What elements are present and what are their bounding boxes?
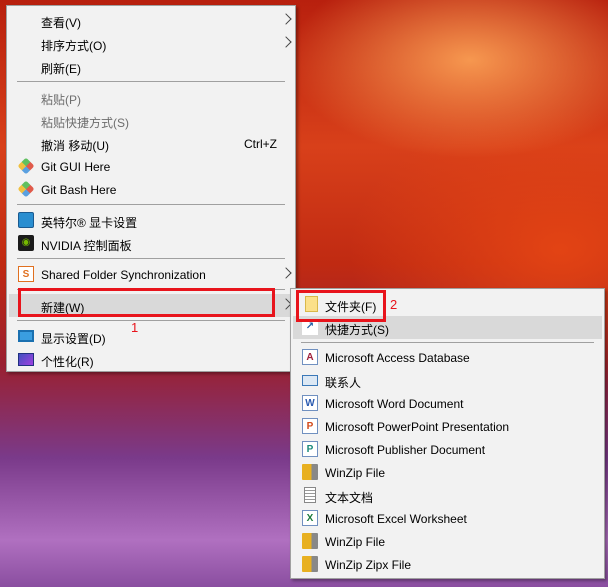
menu-item-label: 撤消 移动(U)	[41, 139, 109, 153]
menu-item-item-10[interactable]: 英特尔® 显卡设置	[9, 209, 293, 232]
display-settings-icon	[18, 330, 34, 342]
publisher-icon: P	[302, 441, 318, 457]
menu-item-item-9[interactable]: 文本文档	[293, 484, 602, 507]
winzip-icon	[302, 556, 318, 572]
menu-item-label: WinZip File	[325, 535, 386, 549]
menu-item-winzip-file[interactable]: WinZip File	[293, 530, 602, 553]
menu-item-label: NVIDIA 控制面板	[41, 239, 132, 253]
shortcut-label: Ctrl+Z	[244, 137, 277, 151]
menu-item-label: WinZip Zipx File	[325, 558, 412, 572]
menu-item-label: 查看(V)	[41, 16, 81, 30]
menu-item-label: Microsoft Excel Worksheet	[325, 512, 467, 526]
personalize-icon	[18, 353, 34, 366]
menu-item-r[interactable]: 个性化(R)	[9, 348, 293, 371]
shared-folder-sync-icon: S	[18, 266, 34, 282]
nvidia-icon: ◉	[18, 235, 34, 251]
menu-item-label: Shared Folder Synchronization	[41, 268, 206, 282]
git-gui-icon	[17, 157, 35, 175]
menu-item-o[interactable]: 排序方式(O)	[9, 32, 293, 55]
menu-item-git-bash-here[interactable]: Git Bash Here	[9, 178, 293, 201]
menu-item-nvidia[interactable]: ◉ NVIDIA 控制面板	[9, 232, 293, 255]
menu-item-git-gui-here[interactable]: Git GUI Here	[9, 155, 293, 178]
chevron-right-icon	[280, 36, 292, 48]
menu-item-microsoft-word-document[interactable]: W Microsoft Word Document	[293, 392, 602, 415]
menu-item-v[interactable]: 查看(V)	[9, 9, 293, 32]
text-document-icon	[304, 487, 316, 503]
menu-item-label: Git Bash Here	[41, 183, 117, 197]
menu-item-label: 联系人	[325, 376, 362, 390]
access-icon: A	[302, 349, 318, 365]
highlight-box-new	[18, 288, 275, 317]
menu-item-label: WinZip File	[325, 466, 386, 480]
menu-item-label: Microsoft PowerPoint Presentation	[325, 420, 510, 434]
menu-separator	[17, 81, 285, 82]
intel-graphics-icon	[18, 212, 34, 228]
new-submenu: 文件夹(F) ↗ 快捷方式(S) A Microsoft Access Database…	[290, 288, 605, 579]
menu-item-label: Git GUI Here	[41, 160, 111, 174]
menu-item-label: 显示设置(D)	[41, 332, 106, 346]
menu-separator	[301, 342, 594, 343]
menu-item-d[interactable]: 显示设置(D)	[9, 325, 293, 348]
menu-item-e[interactable]: 刷新(E)	[9, 55, 293, 78]
menu-item-microsoft-access-database[interactable]: A Microsoft Access Database	[293, 346, 602, 369]
menu-item-label: 粘贴(P)	[41, 93, 81, 107]
menu-item-label: Microsoft Access Database	[325, 351, 470, 365]
step-label-1: 1	[131, 320, 139, 335]
menu-item-u[interactable]: 撤消 移动(U) Ctrl+Z	[9, 132, 293, 155]
step-label-2: 2	[390, 297, 398, 312]
menu-item-label: Microsoft Word Document	[325, 397, 464, 411]
menu-item-label: 英特尔® 显卡设置	[41, 216, 138, 230]
menu-item-microsoft-excel-worksheet[interactable]: X Microsoft Excel Worksheet	[293, 507, 602, 530]
menu-item-label: Microsoft Publisher Document	[325, 443, 486, 457]
menu-item-label: 快捷方式(S)	[325, 323, 389, 337]
menu-item-label: 排序方式(O)	[41, 39, 107, 53]
highlight-box-folder	[296, 290, 386, 322]
contact-icon	[302, 375, 318, 386]
menu-separator	[17, 258, 285, 259]
menu-item-label: 刷新(E)	[41, 62, 81, 76]
chevron-right-icon	[280, 13, 292, 25]
chevron-right-icon	[280, 267, 292, 279]
menu-separator	[17, 204, 285, 205]
menu-item-label: 个性化(R)	[41, 355, 94, 369]
git-bash-icon	[17, 180, 35, 198]
excel-icon: X	[302, 510, 318, 526]
menu-item-item-4[interactable]: 联系人	[293, 369, 602, 392]
menu-item-winzip-zipx-file[interactable]: WinZip Zipx File	[293, 553, 602, 576]
menu-item-s[interactable]: 粘贴快捷方式(S)	[9, 109, 293, 132]
word-icon: W	[302, 395, 318, 411]
winzip-icon	[302, 533, 318, 549]
menu-item-shared-folder-synchronization[interactable]: S Shared Folder Synchronization	[9, 263, 293, 286]
menu-item-microsoft-publisher-document[interactable]: P Microsoft Publisher Document	[293, 438, 602, 461]
menu-item-label: 文本文档	[325, 491, 374, 505]
menu-item-winzip-file[interactable]: WinZip File	[293, 461, 602, 484]
winzip-icon	[302, 464, 318, 480]
menu-item-p[interactable]: 粘贴(P)	[9, 86, 293, 109]
menu-item-microsoft-powerpoint-presentation[interactable]: P Microsoft PowerPoint Presentation	[293, 415, 602, 438]
menu-item-label: 粘贴快捷方式(S)	[41, 116, 129, 130]
menu-separator	[17, 320, 285, 321]
powerpoint-icon: P	[302, 418, 318, 434]
